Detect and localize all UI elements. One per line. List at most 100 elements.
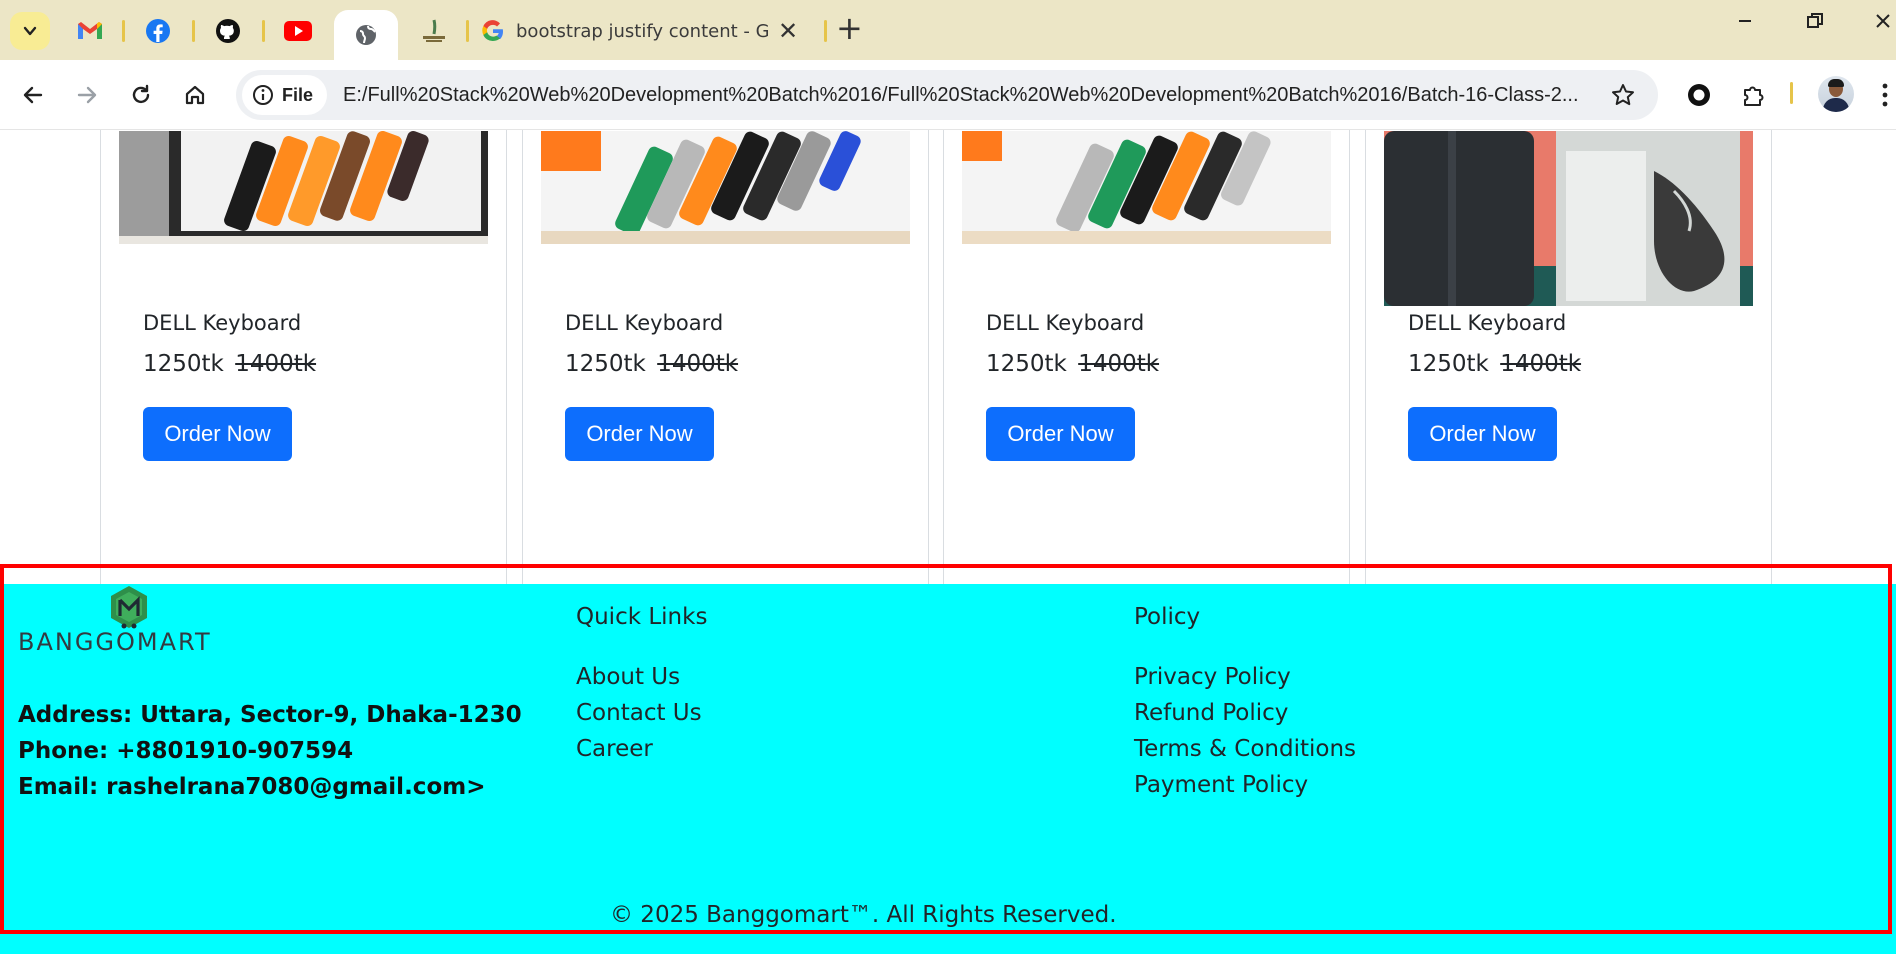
- footer-link-about-us[interactable]: About Us: [576, 664, 680, 690]
- tab-separator: [192, 20, 195, 42]
- tab-gmail[interactable]: [72, 14, 108, 48]
- tab-local-file[interactable]: [334, 10, 398, 60]
- product-image: [962, 131, 1331, 244]
- footer-link-payment-policy[interactable]: Payment Policy: [1134, 772, 1308, 798]
- url-text[interactable]: E:/Full%20Stack%20Web%20Development%20Ba…: [343, 84, 1603, 107]
- close-window-button[interactable]: [1874, 12, 1892, 35]
- extension-circle-button[interactable]: [1682, 78, 1716, 112]
- more-vert-icon: [1882, 83, 1888, 107]
- toolbar-separator: [1790, 82, 1793, 104]
- footer-email: Email: rashelrana7080@gmail.com>: [18, 774, 486, 800]
- product-name: DELL Keyboard: [1408, 311, 1567, 335]
- tab-youtube[interactable]: [280, 14, 316, 48]
- restore-icon: [1807, 13, 1823, 28]
- product-card: DELL Keyboard 1250tk 1400tk Order Now: [522, 130, 929, 634]
- order-now-button[interactable]: Order Now: [986, 407, 1135, 461]
- gmail-icon: [78, 22, 102, 39]
- quick-links-heading: Quick Links: [576, 604, 708, 630]
- minimize-button[interactable]: [1736, 12, 1754, 35]
- brand-logo[interactable]: BANGGOMART: [16, 584, 248, 664]
- product-price: 1250tk 1400tk: [1408, 351, 1581, 377]
- current-price: 1250tk: [1408, 351, 1489, 377]
- forward-button[interactable]: [70, 78, 104, 112]
- close-tab-icon[interactable]: ✕: [778, 19, 798, 43]
- power-bank-image: [1384, 131, 1753, 306]
- minimize-icon: [1739, 20, 1751, 22]
- product-card: DELL Keyboard 1250tk 1400tk Order Now: [100, 130, 507, 634]
- browser-toolbar: File E:/Full%20Stack%20Web%20Development…: [0, 60, 1896, 130]
- tab-search-button[interactable]: [10, 12, 50, 50]
- watch-straps-image: [962, 131, 1331, 244]
- watch-straps-image: [541, 131, 910, 244]
- product-name: DELL Keyboard: [565, 311, 724, 335]
- product-image: [119, 131, 488, 244]
- restore-button[interactable]: [1806, 12, 1824, 35]
- footer-link-contact-us[interactable]: Contact Us: [576, 700, 702, 726]
- product-card: DELL Keyboard 1250tk 1400tk Order Now: [1365, 130, 1772, 634]
- google-icon: [482, 20, 503, 42]
- old-price: 1400tk: [235, 351, 317, 377]
- extensions-button[interactable]: [1736, 78, 1770, 112]
- home-icon: [185, 85, 205, 105]
- old-price: 1400tk: [1500, 351, 1582, 377]
- info-icon: [253, 85, 273, 105]
- current-price: 1250tk: [986, 351, 1067, 377]
- github-icon: [216, 19, 240, 43]
- reload-icon: [132, 84, 150, 104]
- back-button[interactable]: [16, 78, 50, 112]
- tab-facebook[interactable]: [140, 14, 176, 48]
- avatar-hair: [1828, 79, 1844, 87]
- old-price: 1400tk: [657, 351, 739, 377]
- reload-button[interactable]: [124, 78, 158, 112]
- globe-icon: [356, 25, 376, 45]
- product-image: [541, 131, 910, 244]
- home-button[interactable]: [178, 78, 212, 112]
- footer-link-career[interactable]: Career: [576, 736, 653, 762]
- order-now-button[interactable]: Order Now: [565, 407, 714, 461]
- new-tab-button[interactable]: +: [836, 12, 863, 44]
- arrow-left-icon: [23, 86, 43, 104]
- puzzle-icon: [1744, 86, 1764, 106]
- close-icon: [1876, 14, 1890, 28]
- order-now-button[interactable]: Order Now: [1408, 407, 1557, 461]
- tab-pinned-site[interactable]: [416, 14, 452, 48]
- tab-separator: [122, 20, 125, 42]
- facebook-icon: [146, 19, 170, 43]
- product-card: DELL Keyboard 1250tk 1400tk Order Now: [943, 130, 1350, 634]
- footer-address: Address: Uttara, Sector-9, Dhaka-1230: [18, 702, 522, 728]
- product-price: 1250tk 1400tk: [143, 351, 316, 377]
- bookmark-button[interactable]: [1610, 82, 1636, 112]
- banggomart-logo-icon: [111, 586, 147, 629]
- watch-straps-image: [119, 131, 488, 244]
- chevron-down-icon: [23, 26, 37, 36]
- current-price: 1250tk: [565, 351, 646, 377]
- tab-title: bootstrap justify content - Goog: [516, 20, 768, 42]
- browser-menu-button[interactable]: [1880, 82, 1890, 112]
- footer-phone: Phone: +8801910-907594: [18, 738, 354, 764]
- footer-link-privacy-policy[interactable]: Privacy Policy: [1134, 664, 1291, 690]
- profile-avatar[interactable]: [1818, 76, 1854, 112]
- tab-separator: [824, 20, 827, 42]
- current-price: 1250tk: [143, 351, 224, 377]
- site-logo-icon: [423, 19, 445, 42]
- circle-extension-icon: [1688, 84, 1710, 106]
- old-price: 1400tk: [1078, 351, 1160, 377]
- avatar-body: [1823, 98, 1849, 112]
- tab-separator: [262, 20, 265, 42]
- site-chip-label: File: [282, 84, 314, 105]
- tab-github[interactable]: [210, 14, 246, 48]
- footer-link-refund-policy[interactable]: Refund Policy: [1134, 700, 1288, 726]
- product-price: 1250tk 1400tk: [986, 351, 1159, 377]
- tab-separator: [466, 20, 469, 42]
- site-footer: BANGGOMART Address: Uttara, Sector-9, Dh…: [0, 584, 1896, 954]
- youtube-icon: [284, 21, 312, 41]
- address-bar[interactable]: File E:/Full%20Stack%20Web%20Development…: [236, 70, 1658, 120]
- footer-link-terms[interactable]: Terms & Conditions: [1134, 736, 1356, 762]
- product-image: [1384, 131, 1753, 306]
- product-name: DELL Keyboard: [143, 311, 302, 335]
- tab-google-search[interactable]: bootstrap justify content - Goog ✕: [482, 14, 822, 48]
- page-viewport: DELL Keyboard 1250tk 1400tk Order Now DE…: [0, 130, 1896, 954]
- site-info-chip[interactable]: File: [242, 75, 328, 115]
- order-now-button[interactable]: Order Now: [143, 407, 292, 461]
- tab-strip: bootstrap justify content - Goog ✕ +: [0, 0, 1896, 60]
